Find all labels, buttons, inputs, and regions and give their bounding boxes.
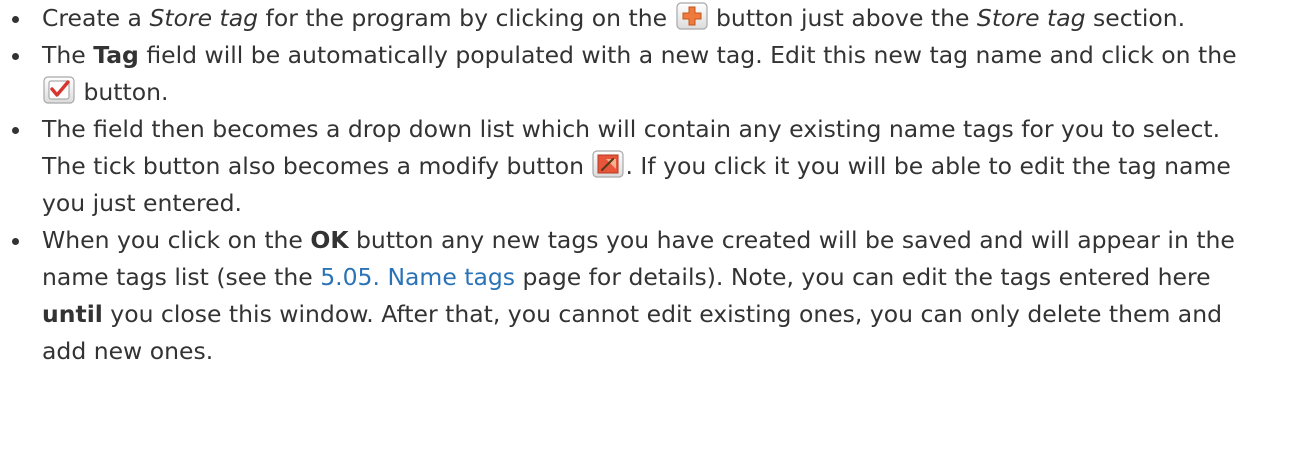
step-text: Create a Store tag for the program by cl… [42, 2, 1186, 32]
list-item: The field then becomes a drop down list … [0, 111, 1270, 222]
step-text: The Tag field will be automatically popu… [42, 41, 1237, 106]
name-tags-link[interactable]: 5.05. Name tags [320, 263, 515, 291]
step-text: The field then becomes a drop down list … [42, 115, 1231, 217]
tick-icon [43, 76, 75, 104]
step-text: When you click on the OK button any new … [42, 226, 1235, 365]
add-icon [675, 2, 708, 30]
instruction-list: Create a Store tag for the program by cl… [0, 0, 1294, 370]
list-item: When you click on the OK button any new … [0, 222, 1270, 370]
list-item: Create a Store tag for the program by cl… [0, 0, 1270, 37]
modify-icon [592, 150, 625, 178]
list-item: The Tag field will be automatically popu… [0, 37, 1270, 111]
